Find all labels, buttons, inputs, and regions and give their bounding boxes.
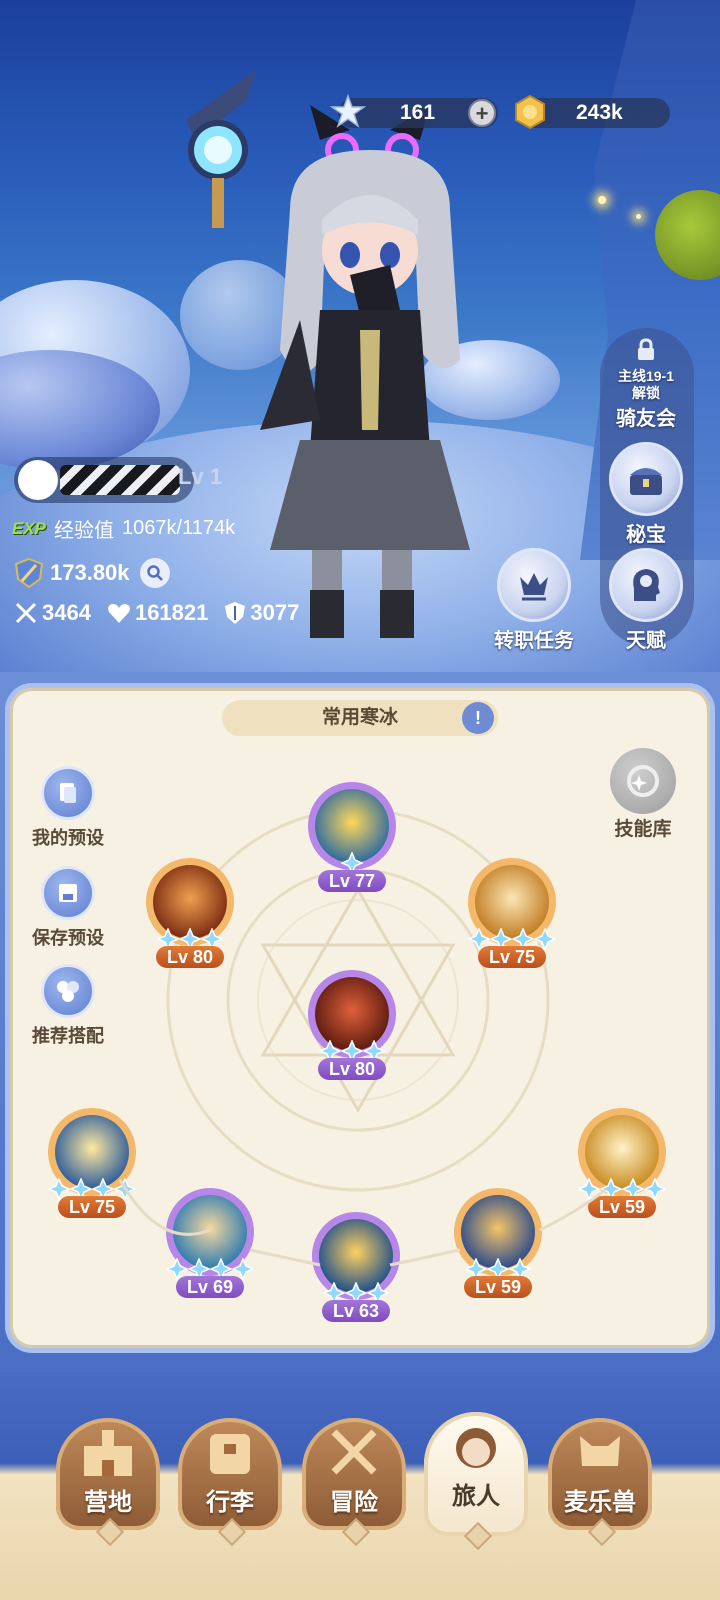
star-icon	[330, 94, 366, 128]
preset-title-bar[interactable]: 常用寒冰 !	[222, 700, 498, 736]
attack-value: 3464	[42, 600, 91, 625]
skill-slot[interactable]: Lv 77	[308, 782, 396, 894]
skill-slot[interactable]: Lv 75	[468, 858, 556, 970]
star-currency: 161 +	[330, 94, 498, 128]
skill-slot[interactable]: Lv 80	[308, 970, 396, 1082]
exp-badge: EXP	[12, 518, 47, 538]
skill-library-icon	[610, 748, 676, 814]
skill-slot[interactable]: Lv 59	[578, 1108, 666, 1220]
treasure-label: 秘宝	[626, 524, 666, 546]
power-row: 173.80k	[14, 557, 170, 589]
player-level: Lv 1	[178, 464, 223, 489]
talent-label: 天赋	[626, 630, 666, 652]
skill-level: Lv 59	[464, 1276, 532, 1298]
player-character[interactable]	[240, 100, 480, 640]
avatar[interactable]	[18, 460, 58, 500]
exp-label: 经验值	[54, 520, 115, 542]
castle-icon	[84, 1430, 132, 1476]
skill-level: Lv 77	[318, 870, 386, 892]
unlock-condition-line1: 主线19-1	[617, 368, 675, 384]
cat-face-icon	[580, 1436, 620, 1466]
recommend-label: 推荐搭配	[32, 1026, 104, 1046]
job-quest-button[interactable]: 转职任务	[484, 548, 584, 653]
sparkle	[636, 214, 641, 219]
add-currency-button[interactable]: +	[468, 99, 496, 127]
power-detail-button[interactable]	[139, 558, 170, 588]
nav-pets-label: 麦乐兽	[564, 1489, 636, 1516]
skill-slot[interactable]: Lv 80	[146, 858, 234, 970]
nav-camp[interactable]: 营地	[56, 1418, 160, 1547]
nav-pets[interactable]: 麦乐兽	[548, 1418, 652, 1547]
treasure-button[interactable]: 秘宝	[596, 442, 696, 547]
save-icon	[41, 866, 95, 920]
player-avatar-bar[interactable]	[14, 457, 194, 503]
combat-power: 173.80k	[50, 560, 130, 585]
skill-level: Lv 80	[318, 1058, 386, 1080]
skill-slot[interactable]: Lv 69	[166, 1188, 254, 1300]
defense-stat: 3077	[224, 600, 299, 626]
exp-row: EXP 经验值 1067k/1174k	[12, 514, 235, 543]
traveler-head-icon	[456, 1428, 496, 1468]
shield-icon	[225, 602, 246, 624]
job-quest-label: 转职任务	[494, 630, 574, 652]
hp-stat: 161821	[107, 600, 208, 626]
nav-luggage[interactable]: 行李	[178, 1418, 282, 1547]
defense-value: 3077	[250, 600, 300, 625]
star-value: 161	[400, 101, 436, 124]
combo-icon	[41, 964, 95, 1018]
sparkle	[598, 196, 606, 204]
attack-icon	[15, 602, 37, 624]
knight-club-button[interactable]: 主线19-1 解锁 骑友会	[596, 338, 696, 431]
stats-row: 3464 161821 3077	[14, 600, 307, 626]
skill-level: Lv 75	[478, 946, 546, 968]
shield-sword-icon	[14, 557, 44, 589]
crossed-swords-icon	[331, 1429, 377, 1475]
my-preset-label: 我的预设	[32, 828, 104, 848]
gold-coin-icon	[515, 94, 545, 130]
skill-level: Lv 75	[58, 1196, 126, 1218]
knight-club-label: 骑友会	[616, 408, 676, 430]
attack-stat: 3464	[14, 600, 91, 626]
talent-button[interactable]: 天赋	[596, 548, 696, 653]
save-preset-button[interactable]: 保存预设	[22, 866, 114, 950]
skill-slot[interactable]: Lv 63	[312, 1212, 400, 1324]
skill-level: Lv 63	[322, 1300, 390, 1322]
skill-level: Lv 80	[156, 946, 224, 968]
nav-adventure[interactable]: 冒险	[302, 1418, 406, 1547]
save-preset-label: 保存预设	[32, 928, 104, 948]
nav-traveler-label: 旅人	[452, 1483, 500, 1510]
my-preset-button[interactable]: 我的预设	[22, 766, 114, 850]
skill-library-label: 技能库	[614, 819, 672, 840]
search-icon	[146, 565, 163, 581]
skill-level: Lv 59	[588, 1196, 656, 1218]
recommend-button[interactable]: 推荐搭配	[22, 964, 114, 1048]
treasure-chest-icon	[609, 442, 683, 516]
skill-library-button[interactable]: 技能库	[598, 748, 688, 841]
book-icon[interactable]: !	[462, 702, 494, 734]
skill-slot[interactable]: Lv 75	[48, 1108, 136, 1220]
nav-adventure-label: 冒险	[330, 1489, 378, 1516]
nav-camp-label: 营地	[84, 1489, 132, 1516]
gold-value: 243k	[576, 101, 623, 124]
skill-level: Lv 69	[176, 1276, 244, 1298]
cards-icon	[41, 766, 95, 820]
preset-title: 常用寒冰	[321, 707, 398, 728]
unlock-condition-line2: 解锁	[632, 385, 660, 401]
skill-slot[interactable]: Lv 59	[454, 1188, 542, 1300]
heart-icon	[108, 604, 130, 623]
backpack-icon	[210, 1434, 250, 1474]
player-name-redacted	[60, 465, 180, 495]
nav-luggage-label: 行李	[206, 1489, 254, 1516]
crown-emblem-icon	[497, 548, 571, 622]
nav-traveler[interactable]: 旅人	[424, 1412, 528, 1551]
brain-head-icon	[609, 548, 683, 622]
lock-icon	[638, 338, 654, 360]
hp-value: 161821	[134, 600, 209, 625]
gold-currency: 243k	[515, 94, 670, 130]
exp-value: 1067k/1174k	[122, 517, 236, 539]
